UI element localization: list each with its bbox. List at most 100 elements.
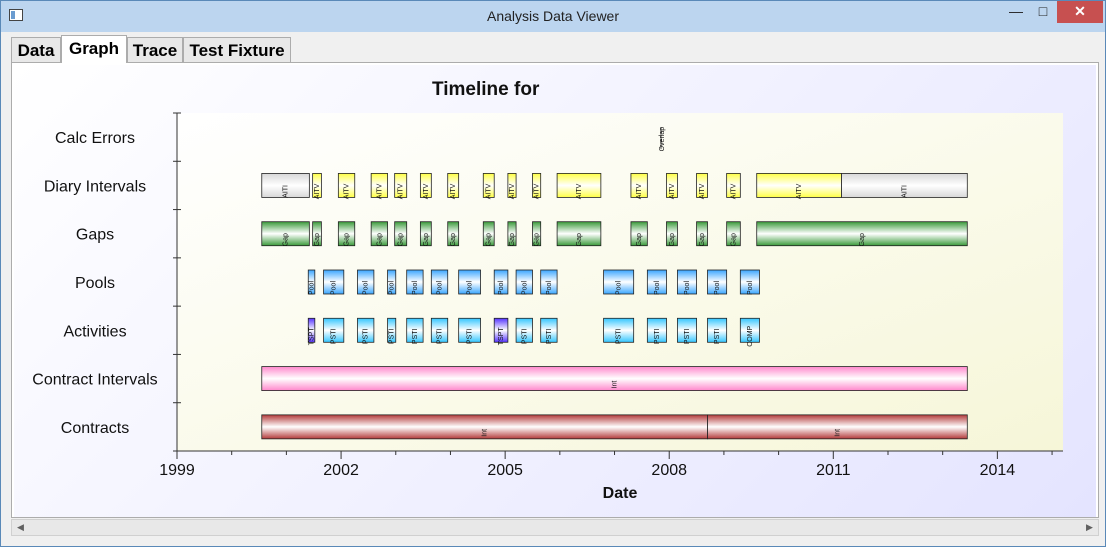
x-axis-label: Date xyxy=(603,485,638,502)
bar-label: Gap xyxy=(344,233,351,246)
app-window: Analysis Data Viewer — □ ✕ Data Graph Tr… xyxy=(0,0,1106,547)
x-tick-label: 2008 xyxy=(651,462,687,479)
tab-test-fixture[interactable]: Test Fixture xyxy=(183,37,291,62)
bar-label: AITV xyxy=(450,183,457,199)
bar-label: AITV xyxy=(376,183,383,199)
chart-title: Timeline for xyxy=(432,79,540,100)
bar-label: Pool xyxy=(363,281,370,295)
category-label: Activities xyxy=(63,323,126,340)
bar-label: TSPT xyxy=(309,327,316,346)
category-label: Contracts xyxy=(61,420,129,437)
bar-label: Gap xyxy=(314,233,321,246)
bar-label: PSTI xyxy=(437,328,444,344)
category-label: Calc Errors xyxy=(55,130,135,147)
bar-label: PSTI xyxy=(654,328,661,344)
bar-label: AITV xyxy=(423,183,430,199)
x-tick-label: 2005 xyxy=(487,462,523,479)
tab-data[interactable]: Data xyxy=(11,37,61,62)
horizontal-scrollbar[interactable]: ◀ ▶ xyxy=(11,519,1099,536)
bar-label: Gap xyxy=(576,233,583,246)
bar-label: AITI xyxy=(283,185,290,198)
bar-label: Gap xyxy=(859,233,866,246)
bar-label: AITI xyxy=(901,185,908,198)
bar-label: AITV xyxy=(534,183,541,199)
bar-label: Gap xyxy=(669,233,676,246)
bar-label: Gap xyxy=(699,233,706,246)
bar-label: Gap xyxy=(376,233,383,246)
minimize-icon: — xyxy=(1009,3,1023,19)
bar-label: AITV xyxy=(576,183,583,199)
bar-label: PSTI xyxy=(467,328,474,344)
bar-label: PSTI xyxy=(331,328,338,344)
bar-label: AITV xyxy=(486,183,493,199)
scroll-right-icon: ▶ xyxy=(1086,522,1093,532)
bar-label: Pool xyxy=(331,281,338,295)
bar-label: COMP xyxy=(747,325,754,346)
window-title: Analysis Data Viewer xyxy=(486,8,620,24)
bar-label: AITV xyxy=(344,183,351,199)
bar-label: AITV xyxy=(509,183,516,199)
bar-label: Pool xyxy=(521,281,528,295)
bar-label: Gap xyxy=(730,233,737,246)
bar-label: Pool xyxy=(309,281,316,295)
maximize-button[interactable]: □ xyxy=(1030,1,1056,23)
graph-panel: Timeline for Calc Errors Diary Intervals Ga… xyxy=(11,62,1099,518)
bar-label: PSTI xyxy=(521,328,528,344)
x-tick-label: 1999 xyxy=(159,462,195,479)
scroll-right-button[interactable]: ▶ xyxy=(1081,520,1098,535)
bar-label: Gap xyxy=(398,233,405,246)
bar-label: Pool xyxy=(546,281,553,295)
bar-label: AITV xyxy=(669,183,676,199)
bar-label: AITV xyxy=(398,183,405,199)
bar-label: AITV xyxy=(730,183,737,199)
bar-label: Gap xyxy=(636,233,643,246)
bar-label: TSPT xyxy=(498,327,505,346)
bar-label: Gap xyxy=(509,233,516,246)
bar-label: AITV xyxy=(796,183,803,199)
scroll-left-icon: ◀ xyxy=(17,522,24,532)
maximize-icon: □ xyxy=(1038,3,1048,19)
chart-area: Timeline for Calc Errors Diary Intervals Ga… xyxy=(14,65,1096,517)
minimize-button[interactable]: — xyxy=(1003,1,1029,23)
bar-label: Pool xyxy=(747,281,754,295)
tab-trace[interactable]: Trace xyxy=(127,37,183,62)
bar-label: Pool xyxy=(437,281,444,295)
category-label: Gaps xyxy=(76,227,114,244)
close-button[interactable]: ✕ xyxy=(1057,1,1103,23)
category-label: Contract Intervals xyxy=(32,372,157,389)
close-icon: ✕ xyxy=(1074,3,1086,19)
category-label: Diary Intervals xyxy=(44,178,146,195)
bar-label: Pool xyxy=(616,281,623,295)
bar-label: Gap xyxy=(534,233,541,246)
bar-label: PSTI xyxy=(412,328,419,344)
bar-label: AITV xyxy=(636,183,643,199)
category-label: Pools xyxy=(75,275,115,292)
tab-graph[interactable]: Graph xyxy=(61,35,127,63)
bar-label: Int xyxy=(482,429,489,437)
bar-label: Pool xyxy=(654,281,661,295)
bar-label: Gap xyxy=(450,233,457,246)
scroll-left-button[interactable]: ◀ xyxy=(12,520,29,535)
bar-label: Int xyxy=(612,381,619,389)
bar-label: PSTI xyxy=(546,328,553,344)
bar-label: PSTI xyxy=(616,328,623,344)
x-tick-label: 2011 xyxy=(816,462,851,479)
title-bar[interactable]: Analysis Data Viewer — □ ✕ xyxy=(1,1,1105,32)
bar-label: Gap xyxy=(486,233,493,246)
bar-label: PSTI xyxy=(714,328,721,344)
bar-label: Pool xyxy=(467,281,474,295)
bar-label: AITV xyxy=(699,183,706,199)
overlap-label: Overlap xyxy=(659,127,666,152)
bar-label: Gap xyxy=(283,233,290,246)
timeline-chart: Timeline for Calc Errors Diary Intervals Ga… xyxy=(32,79,1063,502)
bar-label: Pool xyxy=(412,281,419,295)
bar-label: PSTI xyxy=(389,328,396,344)
bar-label: Pool xyxy=(498,281,505,295)
bar-label: Gap xyxy=(423,233,430,246)
bar-label: Pool xyxy=(714,281,721,295)
x-tick-label: 2014 xyxy=(980,462,1016,479)
bar-label: Pool xyxy=(684,281,691,295)
x-tick-label: 2002 xyxy=(323,462,359,479)
bar-label: Int xyxy=(834,429,841,437)
bar-label: AITV xyxy=(314,183,321,199)
